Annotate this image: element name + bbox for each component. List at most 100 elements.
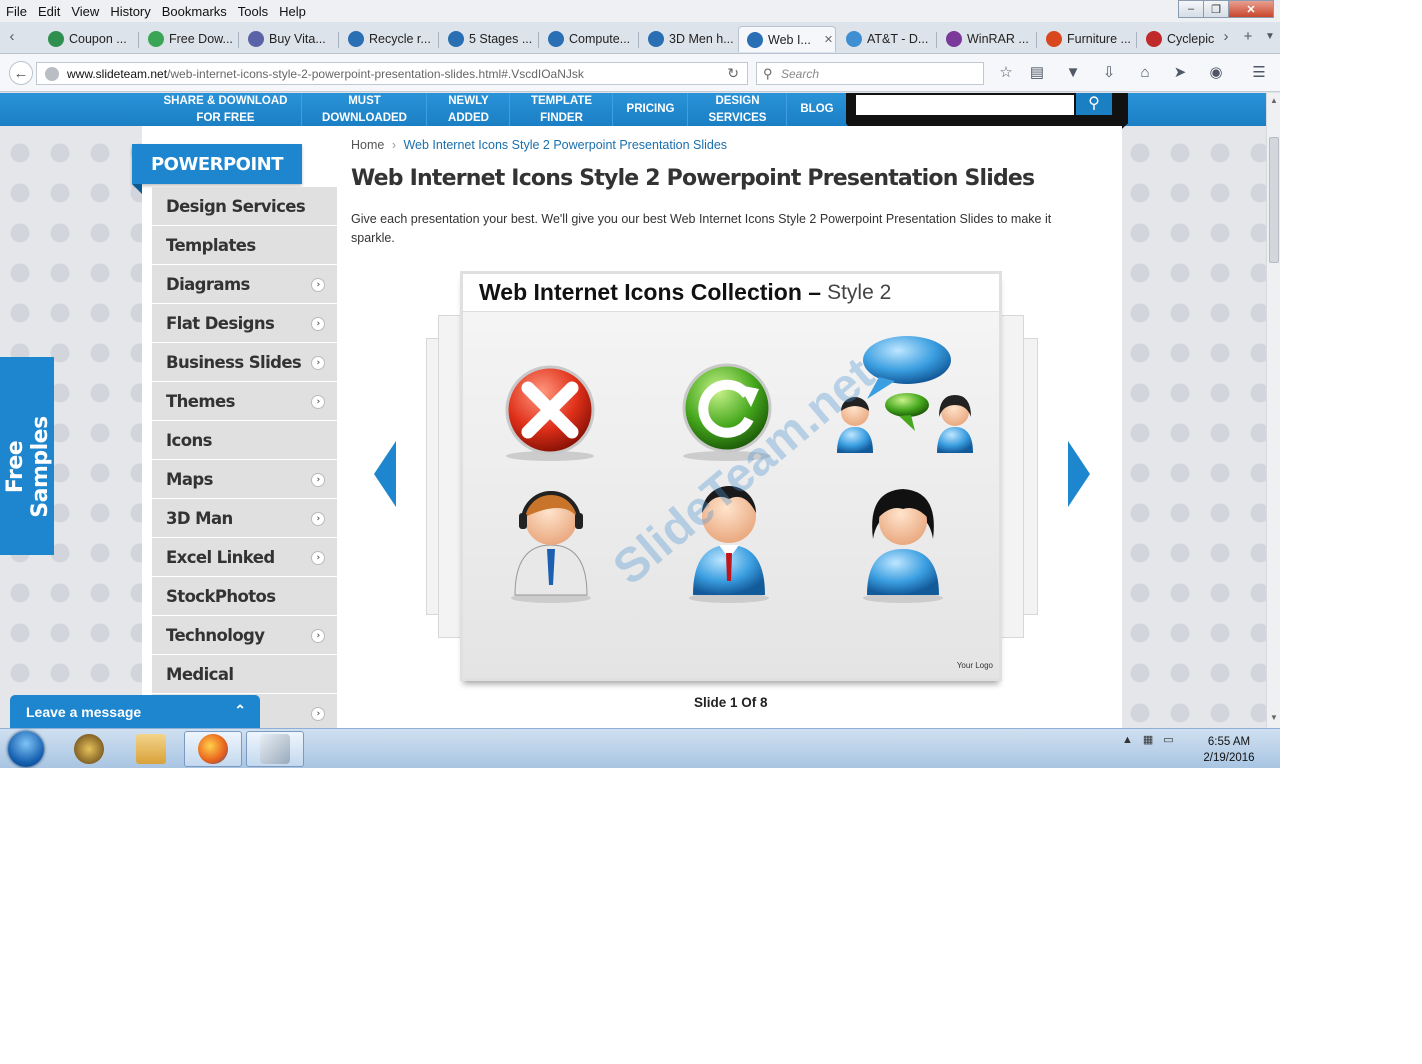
- chevron-right-icon[interactable]: ›: [311, 395, 325, 409]
- reload-icon[interactable]: ↻: [727, 65, 739, 82]
- site-info-icon[interactable]: [45, 67, 59, 81]
- close-tab-icon[interactable]: ✕: [824, 33, 833, 46]
- browser-tab[interactable]: WinRAR ...: [938, 26, 1034, 52]
- browser-tab[interactable]: Web I... ✕: [738, 26, 836, 52]
- browser-tab[interactable]: 5 Stages ...: [440, 26, 536, 52]
- hamburger-menu-icon[interactable]: ☰: [1249, 64, 1269, 82]
- sidebar-item[interactable]: Medical: [152, 655, 337, 694]
- chevron-right-icon[interactable]: ›: [311, 629, 325, 643]
- slide-preview[interactable]: Web Internet Icons Collection – Style 2: [460, 271, 1002, 681]
- chevron-right-icon[interactable]: ›: [311, 551, 325, 565]
- menu-edit[interactable]: Edit: [38, 4, 60, 19]
- back-arrow-icon[interactable]: ←: [9, 61, 33, 85]
- scroll-down-icon[interactable]: ▼: [1269, 713, 1279, 722]
- url-bar[interactable]: www.slideteam.net/web-internet-icons-sty…: [36, 62, 748, 85]
- browser-tab[interactable]: AT&T - D...: [838, 26, 934, 52]
- tab-favicon-icon: [248, 31, 264, 47]
- site-search-button[interactable]: ⚲: [1076, 93, 1112, 115]
- sidebar-item[interactable]: Business Slides ›: [152, 343, 337, 382]
- pocket-icon[interactable]: ▼: [1063, 64, 1083, 82]
- free-samples-tab[interactable]: Free Samples: [0, 357, 54, 555]
- chevron-right-icon[interactable]: ›: [311, 278, 325, 292]
- breadcrumb-home[interactable]: Home: [351, 138, 384, 152]
- restore-icon[interactable]: ❐: [1203, 0, 1229, 18]
- prev-slide-arrow-icon[interactable]: [374, 441, 396, 507]
- nav-newly-added[interactable]: NEWLY ADDED: [428, 93, 510, 126]
- network-icon[interactable]: ▦: [1143, 733, 1153, 746]
- minimize-icon[interactable]: –: [1178, 0, 1204, 18]
- home-icon[interactable]: ⌂: [1135, 64, 1155, 82]
- sidebar-item[interactable]: Design Services: [152, 187, 337, 226]
- scrollbar-thumb[interactable]: [1269, 137, 1279, 263]
- nav-blog[interactable]: BLOG: [788, 93, 846, 126]
- tab-label: Buy Vita...: [269, 32, 326, 46]
- nav-share-download[interactable]: SHARE & DOWNLOAD FOR FREE: [150, 93, 302, 126]
- downloads-icon[interactable]: ⇩: [1099, 64, 1119, 82]
- next-slide-arrow-icon[interactable]: [1068, 441, 1090, 507]
- browser-tab[interactable]: Coupon ...: [40, 26, 136, 52]
- nav-template-finder[interactable]: TEMPLATE FINDER: [511, 93, 613, 126]
- site-search-input[interactable]: [856, 95, 1074, 115]
- menu-file[interactable]: File: [6, 4, 27, 19]
- tab-list-icon[interactable]: ▼: [1260, 28, 1280, 46]
- sidebar-menu: Design Services Templates Diagrams › Flat De…: [152, 187, 337, 728]
- page-scrollbar[interactable]: ▲ ▼: [1266, 93, 1280, 728]
- sidebar-item[interactable]: Templates: [152, 226, 337, 265]
- power-icon[interactable]: ▭: [1163, 733, 1173, 746]
- sidebar-item[interactable]: Maps ›: [152, 460, 337, 499]
- chevron-right-icon[interactable]: ›: [311, 356, 325, 370]
- chevron-right-icon[interactable]: ›: [311, 317, 325, 331]
- nav-design-services[interactable]: DESIGN SERVICES: [689, 93, 787, 126]
- taskbar-clock[interactable]: 6:55 AM 2/19/2016: [1196, 734, 1262, 766]
- nav-must-downloaded[interactable]: MUST DOWNLOADED: [303, 93, 427, 126]
- menu-help[interactable]: Help: [279, 4, 306, 19]
- menu-tools[interactable]: Tools: [238, 4, 268, 19]
- browser-tab[interactable]: Furniture ...: [1038, 26, 1134, 52]
- browser-search-input[interactable]: ⚲ Search: [756, 62, 984, 85]
- browser-tab[interactable]: 3D Men h...: [640, 26, 736, 52]
- browser-tab[interactable]: Free Dow...: [140, 26, 236, 52]
- nav-pricing[interactable]: PRICING: [614, 93, 688, 126]
- menu-view[interactable]: View: [71, 4, 99, 19]
- sidebar-item-label: Diagrams: [166, 274, 250, 294]
- chevron-right-icon[interactable]: ›: [311, 512, 325, 526]
- tab-scroll-left-icon[interactable]: ‹: [2, 28, 22, 46]
- tab-separator: [1136, 32, 1137, 48]
- new-tab-icon[interactable]: +: [1238, 28, 1258, 46]
- browser-tab[interactable]: Compute...: [540, 26, 636, 52]
- menu-bookmarks[interactable]: Bookmarks: [162, 4, 227, 19]
- menu-history[interactable]: History: [110, 4, 150, 19]
- sidebar-title[interactable]: POWERPOINT: [132, 144, 302, 194]
- browser-tab[interactable]: Recycle r...: [340, 26, 436, 52]
- breadcrumb-current[interactable]: Web Internet Icons Style 2 Powerpoint Pr…: [403, 138, 727, 152]
- tray-expand-icon[interactable]: ▲: [1122, 734, 1133, 746]
- taskbar-app-explorer[interactable]: [122, 731, 180, 767]
- chat-icon[interactable]: ◉: [1206, 64, 1226, 82]
- tab-scroll-right-icon[interactable]: ›: [1216, 28, 1236, 46]
- chevron-up-icon[interactable]: ⌃: [234, 702, 246, 719]
- bookmark-star-icon[interactable]: ☆: [996, 64, 1016, 82]
- send-icon[interactable]: ➤: [1170, 64, 1190, 82]
- browser-tab[interactable]: Buy Vita...: [240, 26, 336, 52]
- sidebar-item[interactable]: Excel Linked ›: [152, 538, 337, 577]
- sidebar-item[interactable]: Diagrams ›: [152, 265, 337, 304]
- sidebar-item[interactable]: Themes ›: [152, 382, 337, 421]
- start-button[interactable]: [8, 731, 44, 767]
- browser-tab[interactable]: Cyclepic: [1138, 26, 1214, 52]
- sidebar-item[interactable]: Flat Designs ›: [152, 304, 337, 343]
- sidebar-item[interactable]: Icons: [152, 421, 337, 460]
- sidebar-item[interactable]: 3D Man ›: [152, 499, 337, 538]
- chevron-right-icon[interactable]: ›: [311, 707, 325, 721]
- leave-message-widget[interactable]: Leave a message ⌃: [10, 695, 260, 728]
- sidebar-item[interactable]: Technology ›: [152, 616, 337, 655]
- taskbar-app-firefox[interactable]: [184, 731, 242, 767]
- taskbar-app-paint[interactable]: [246, 731, 304, 767]
- sidebar-item-label: StockPhotos: [166, 586, 276, 606]
- sidebar-item[interactable]: StockPhotos: [152, 577, 337, 616]
- scroll-up-icon[interactable]: ▲: [1269, 96, 1279, 105]
- reading-list-icon[interactable]: ▤: [1027, 64, 1047, 82]
- chevron-right-icon[interactable]: ›: [311, 473, 325, 487]
- close-window-icon[interactable]: ✕: [1228, 0, 1274, 18]
- nav-label: PRICING: [626, 103, 675, 115]
- taskbar-app-wow[interactable]: [60, 731, 118, 767]
